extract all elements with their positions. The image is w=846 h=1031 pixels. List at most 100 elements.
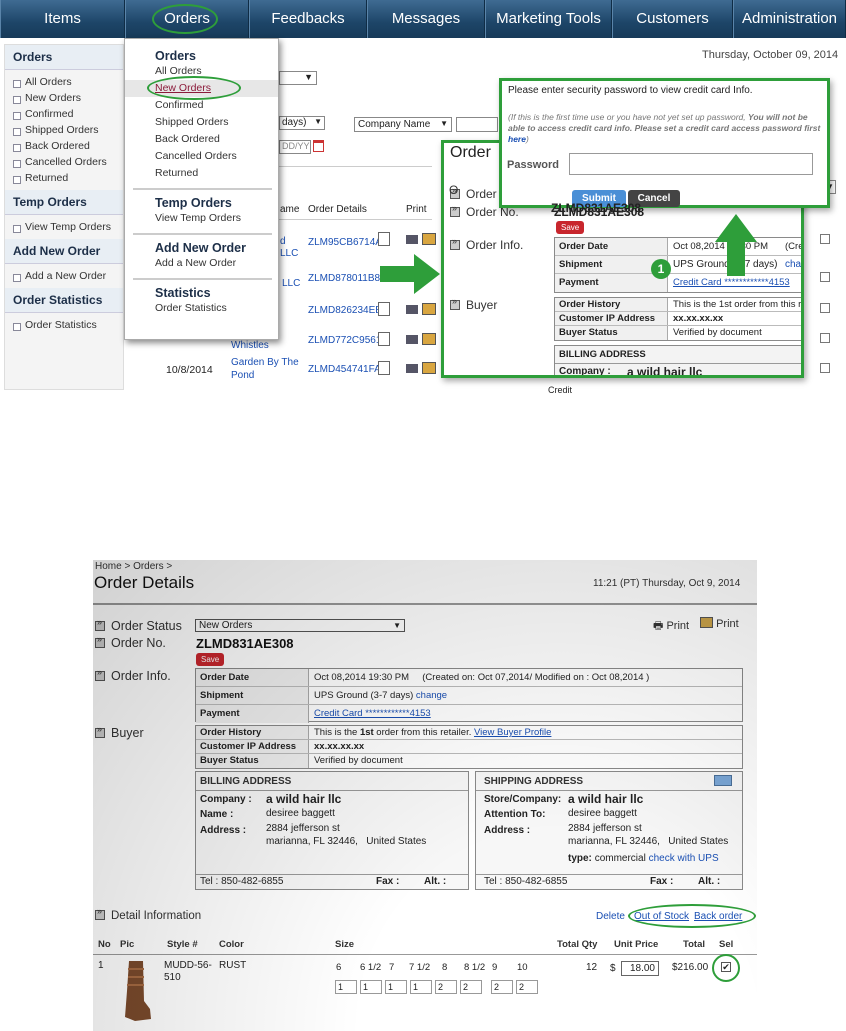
password-setup-link[interactable]: here [508,134,526,144]
order-status-select[interactable]: New Orders ▼ [195,619,405,632]
section-arrow-icon [450,236,460,250]
row-checkbox[interactable] [820,303,830,316]
row-name[interactable]: Whistles [231,340,269,351]
breadcrumb[interactable]: Home > Orders > [95,561,172,572]
dropdown-item-cancelled[interactable]: Cancelled Orders [155,148,278,165]
list-days-select[interactable]: days) ▼ [279,116,325,130]
sidebar-head-orders: Orders [5,45,123,70]
row-order-no[interactable]: ZLMD454741FA [308,364,381,375]
size-qty-input[interactable]: 2 [435,980,457,994]
nav-orders[interactable]: Orders [125,0,249,38]
delete-link[interactable]: Delete [596,911,625,922]
print-button-2[interactable]: Print [700,617,739,630]
size-qty-input[interactable]: 2 [516,980,538,994]
sidebar-item-view-temp[interactable]: View Temp Orders [5,219,123,235]
unit-price-input[interactable]: 18.00 [621,961,659,976]
document-icon[interactable] [378,232,390,246]
envelope-icon[interactable] [714,775,732,786]
mini-save-button[interactable]: Save [556,221,585,234]
nav-marketing-tools[interactable]: Marketing Tools [485,0,612,38]
size-label: 7 1/2 [409,962,431,973]
order-date-value: Oct 08,2014 19:30 PM (Created on: Oct 07… [314,672,650,683]
printer-icon[interactable] [406,235,418,244]
sidebar-item-confirmed[interactable]: Confirmed [5,106,123,122]
print-button-1[interactable]: 🖶 Print [653,617,689,636]
password-input[interactable] [569,153,813,175]
dropdown-item-add-new-order[interactable]: Add a New Order [155,255,278,272]
row-name2[interactable]: Pond [231,370,254,381]
row-name2[interactable]: LLC [280,248,298,259]
print-label-icon[interactable] [422,303,436,315]
sidebar-item-back-ordered[interactable]: Back Ordered [5,138,123,154]
sidebar-item-cancelled[interactable]: Cancelled Orders [5,154,123,170]
document-icon[interactable] [378,332,390,346]
save-button[interactable]: Save [196,653,225,666]
printer-icon[interactable] [406,305,418,314]
billing-name-key: Name : [200,809,234,820]
list-date-input[interactable]: DD/YY [279,140,311,154]
list-search-input[interactable] [456,117,498,132]
calendar-icon[interactable] [313,140,324,152]
row-checkbox[interactable] [820,272,830,285]
billing-address-line2: marianna, FL 32446, United States [266,836,427,847]
row-history: Order History This is the 1st order from … [196,726,742,740]
row-checkbox[interactable] [820,333,830,346]
dropdown-item-shipped[interactable]: Shipped Orders [155,114,278,131]
sidebar-item-returned[interactable]: Returned [5,170,123,186]
company-select-label: Company Name [358,119,431,130]
dropdown-item-confirmed[interactable]: Confirmed [155,97,278,114]
document-icon[interactable] [378,302,390,316]
row-name[interactable]: LLC [282,278,300,289]
size-qty-input[interactable]: 1 [360,980,382,994]
nav-feedbacks[interactable]: Feedbacks [249,0,367,38]
mini-shipment-change-link[interactable]: cha [785,256,801,274]
size-qty-input[interactable]: 2 [460,980,482,994]
sidebar-item-new-orders[interactable]: New Orders [5,90,123,106]
row-name[interactable]: d [280,236,286,247]
size-qty-input[interactable]: 1 [410,980,432,994]
dropdown-item-order-statistics[interactable]: Order Statistics [155,300,278,317]
row-order-no[interactable]: ZLM95CB6714A [308,237,382,248]
boot-image [125,961,151,1021]
page-time: 11:21 (PT) Thursday, Oct 9, 2014 [593,578,741,589]
dropdown-item-new-orders[interactable]: New Orders [125,76,278,100]
company-name-select[interactable]: Company Name ▼ [354,117,452,132]
printer-icon[interactable] [406,335,418,344]
list-select-small[interactable]: ▼ [279,71,317,85]
row-checkbox[interactable] [820,363,830,376]
row-checkbox[interactable] [820,234,830,247]
row-order-no[interactable]: ZLMD878011B8 [308,273,380,284]
view-buyer-profile-link[interactable]: View Buyer Profile [474,727,551,738]
print-label-icon[interactable] [422,362,436,374]
dropdown-item-view-temp[interactable]: View Temp Orders [155,210,278,227]
nav-customers[interactable]: Customers [612,0,733,38]
row-name[interactable]: Garden By The [231,357,299,368]
check-with-ups-link[interactable]: check with UPS [649,853,719,864]
row-order-no[interactable]: ZLMD826234EE [308,305,382,316]
print-label-icon[interactable] [422,233,436,245]
size-qty-input[interactable]: 1 [385,980,407,994]
orders-dropdown-menu: Orders All Orders New Orders Confirmed S… [124,38,279,340]
payment-credit-card-link[interactable]: Credit Card ************4153 [314,705,431,723]
nav-items[interactable]: Items [0,0,125,38]
dropdown-item-returned[interactable]: Returned [155,165,278,182]
sidebar-item-order-statistics[interactable]: Order Statistics [5,317,123,333]
nav-messages[interactable]: Messages [367,0,485,38]
nav-administration[interactable]: Administration [733,0,846,38]
sidebar-item-shipped[interactable]: Shipped Orders [5,122,123,138]
print-label-icon[interactable] [422,333,436,345]
printer-icon[interactable] [406,364,418,373]
order-date-key: Order Date [196,669,309,686]
size-qty-input[interactable]: 1 [335,980,357,994]
sidebar-item-add-new-order[interactable]: Add a New Order [5,268,123,284]
row-order-no[interactable]: ZLMD772C9561 [308,335,381,346]
sidebar-item-all-orders[interactable]: All Orders [5,74,123,90]
size-qty-input[interactable]: 2 [491,980,513,994]
note-part-a: (If this is the first time use or you ha… [508,112,748,122]
document-icon[interactable] [378,361,390,375]
dropdown-item-back-ordered[interactable]: Back Ordered [155,131,278,148]
size-label: 8 1/2 [464,962,486,973]
mini-company-value: a wild hair llc [627,365,703,378]
shipment-change-link[interactable]: change [416,690,447,701]
mini-row-buyer-status: Buyer Status Verified by document [555,326,801,340]
